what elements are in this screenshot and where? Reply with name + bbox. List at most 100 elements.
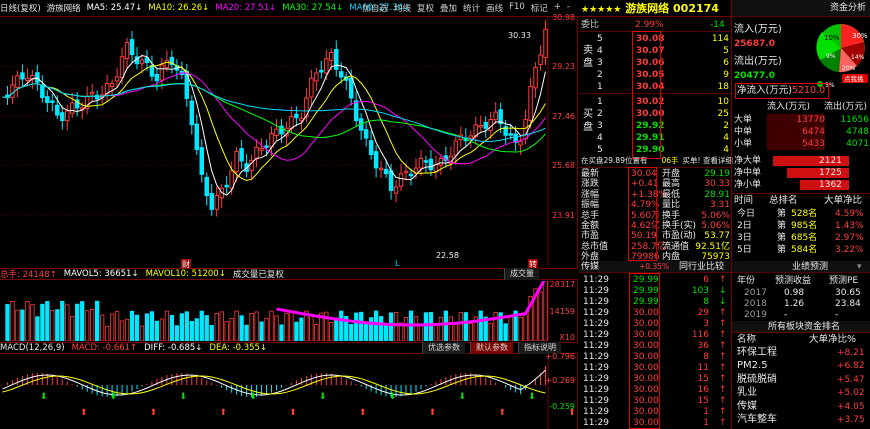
- candle-up: [329, 51, 334, 61]
- toolbar-button[interactable]: F10: [506, 2, 528, 14]
- volume-bar-up: [488, 322, 493, 341]
- panel-header-item: DIFF: -0.685↓: [144, 343, 203, 353]
- sell-signal-arrow: ⬇: [40, 392, 48, 402]
- order-book-tail[interactable]: 在买盘29.89位置有 06手 买单! 查看详细: [581, 155, 733, 167]
- forecast-col: 年份: [737, 276, 756, 286]
- candle-up: [488, 118, 493, 131]
- volume-bar-down: [154, 320, 160, 341]
- right-info-panel: ★★★★★ 游族网络 002174 委比 2.99% -14 卖盘 买盘 5 30…: [579, 0, 870, 429]
- volume-bar-chart[interactable]: [0, 281, 578, 341]
- price-axis-label: 29.23: [552, 62, 575, 71]
- toolbar-button[interactable]: 叠加: [437, 2, 460, 14]
- kline-chart-area[interactable]: 日线(复权) 游族网络 MA5: 25.47↓ MA10: 26.26↓ MA20: 2…: [0, 0, 578, 429]
- optimal-params-button[interactable]: 优选参数: [422, 342, 465, 354]
- net-flow-label: 净中单: [734, 168, 762, 178]
- candle-up: [89, 91, 95, 95]
- macd-axis-label: +0.269: [545, 376, 575, 385]
- candle-up: [25, 77, 30, 81]
- candle-up: [403, 170, 409, 174]
- volume-bar-up: [234, 310, 239, 341]
- candle-down: [199, 147, 205, 175]
- buy-level-num: 3: [597, 121, 603, 131]
- volume-bar-up: [224, 321, 229, 341]
- volume-bar-up: [254, 311, 259, 341]
- candle-up: [114, 76, 120, 82]
- candle-down: [239, 148, 244, 162]
- toolbar-button[interactable]: 复权: [414, 2, 437, 14]
- rank-time: 5日: [737, 245, 752, 255]
- volume-bar-down: [239, 315, 244, 341]
- volume-bar-up: [70, 316, 75, 341]
- volume-bar-up: [139, 325, 145, 341]
- chart-header-item: 游族网络: [46, 4, 81, 14]
- pie-pct-mid2: 14%: [851, 54, 865, 61]
- sector-ranking-header: 所有板块资金排名: [732, 321, 870, 333]
- sector-name[interactable]: 传媒: [737, 401, 757, 413]
- toolbar-button[interactable]: 加自选: [359, 2, 391, 14]
- sector-name[interactable]: PM2.5: [737, 360, 768, 372]
- volume-bar-up: [104, 325, 110, 341]
- candle-up: [478, 124, 483, 128]
- price-axis-label: 30.98: [552, 13, 575, 22]
- volume-bar-up: [518, 316, 523, 341]
- volume-bar-up: [448, 316, 453, 341]
- sector-name[interactable]: 乳业: [737, 387, 757, 399]
- candle-down: [189, 100, 195, 126]
- forecast-collapse-icon[interactable]: ▾: [857, 261, 862, 273]
- sector-col-ratio: 大单净比%: [809, 334, 857, 345]
- sector-value: +6.82: [837, 361, 865, 372]
- candle-up: [164, 59, 170, 69]
- toolbar-button[interactable]: 标记: [528, 2, 551, 14]
- rank-value: 528名: [791, 209, 818, 219]
- candle-up: [259, 147, 264, 151]
- panel-header-item: MACD: -0.661↑: [71, 343, 138, 353]
- candle-down: [20, 72, 25, 80]
- chart-header-item: MA10: 26.26↓: [148, 3, 210, 13]
- volume-bar-up: [543, 281, 548, 341]
- volume-indicator-tab[interactable]: 成交量: [504, 268, 539, 280]
- candle-up: [274, 128, 279, 137]
- fund-pie-chart[interactable]: 30% 10% 9% 14% 20% 点我挑 5%: [812, 18, 870, 90]
- candle-up: [229, 170, 234, 189]
- sector-name[interactable]: 脱硫脱硝: [737, 374, 777, 386]
- candle-up: [393, 186, 399, 194]
- panel-header-item: DEA: -0.355↓: [209, 343, 268, 353]
- candle-up: [159, 64, 165, 81]
- volume-bar-down: [334, 317, 339, 341]
- toolbar-button[interactable]: 画线: [483, 2, 506, 14]
- flow-header-in: 流入(万元): [767, 102, 811, 112]
- sector-name[interactable]: 汽车整车: [737, 414, 777, 426]
- volume-bar-up: [274, 315, 279, 341]
- volume-bar-up: [124, 318, 130, 341]
- net-flow-value: 2121: [819, 156, 842, 166]
- sector-name[interactable]: 环保工程: [737, 347, 777, 359]
- pie-badge: 点我挑: [844, 74, 864, 83]
- rank-col-ratio: 大单净比: [824, 195, 863, 206]
- buy-signal-arrow: ⬆: [80, 408, 88, 418]
- industry-compare-link[interactable]: 同行业比较: [679, 261, 724, 273]
- volume-bar-down: [199, 310, 204, 341]
- toolbar-button[interactable]: 均线: [391, 2, 414, 14]
- toolbar-button[interactable]: 统计: [460, 2, 483, 14]
- rank-col-time: 时间: [734, 195, 754, 206]
- default-params-button[interactable]: 默认参数: [470, 342, 513, 354]
- candlestick-chart[interactable]: [0, 17, 578, 267]
- volume-bar-down: [339, 310, 344, 341]
- outflow-value: 20477.0: [734, 71, 775, 81]
- rank-ratio: 2.97%: [835, 233, 864, 243]
- volume-bar-down: [383, 323, 389, 341]
- volume-bar-down: [259, 321, 264, 341]
- sell-level-num: 1: [597, 82, 603, 92]
- buy-level-num: 4: [597, 133, 603, 143]
- candle-down: [204, 176, 209, 197]
- trade-volume: 1: [703, 418, 709, 428]
- macd-chart[interactable]: ⬇⬆⬇⬆⬇⬆⬇⬆⬇⬆⬇⬆⬇⬆⬇⬆: [0, 355, 578, 429]
- l-marker[interactable]: L: [395, 259, 399, 268]
- chart-header-item: MA5: 25.47↓: [86, 3, 143, 13]
- volume-bar-down: [55, 309, 60, 341]
- volume-bar-up: [229, 318, 234, 341]
- sector-col-name: 名称: [737, 334, 757, 345]
- candle-down: [508, 133, 513, 136]
- rank-time: 今日: [737, 209, 756, 219]
- volume-bar-up: [214, 313, 219, 341]
